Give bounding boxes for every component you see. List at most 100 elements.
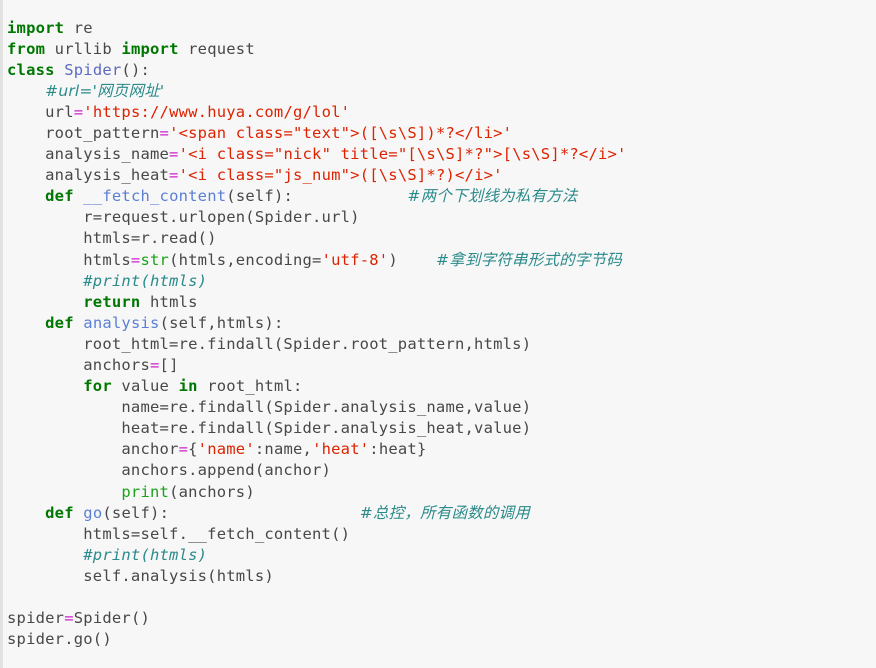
token-pl: request (178, 39, 255, 58)
code-line: htmls=self.__fetch_content() (7, 524, 876, 545)
token-pl: (self): (226, 187, 294, 206)
token-kw: import (121, 39, 179, 58)
code-line: import re (7, 18, 876, 39)
code-line: for value in root_html: (7, 376, 876, 397)
token-pl: (): (121, 60, 151, 79)
token-kw: import (7, 18, 65, 37)
code-line: print(anchors) (7, 482, 876, 503)
code-line: spider=Spider() (7, 608, 876, 629)
token-pl: (htmls,encoding= (169, 250, 322, 269)
token-fn: __fetch_content (83, 187, 227, 206)
token-kw: def (45, 313, 74, 332)
token-str: 'heat' (312, 440, 370, 459)
token-pl: url (7, 102, 74, 121)
token-pl: (self,htmls): (159, 313, 284, 332)
code-line: analysis_heat='<i class="js_num">([\s\S]… (7, 165, 876, 186)
code-line: r=request.urlopen(Spider.url) (7, 207, 876, 228)
code-line: root_pattern='<span class="text">([\s\S]… (7, 123, 876, 144)
token-str: '<i class="nick" title="[\s\S]*?">[\s\S]… (178, 145, 627, 164)
token-pl: anchors (7, 356, 150, 374)
token-pl: r=request.urlopen(Spider.url) (7, 208, 360, 227)
token-pl: anchors.append(anchor) (7, 461, 332, 480)
token-pl: { (188, 440, 198, 459)
token-pl: name=re.findall(Spider.analysis_name,val… (7, 398, 532, 417)
code-line: root_html=re.findall(Spider.root_pattern… (7, 334, 876, 355)
token-bi: str (140, 250, 170, 269)
code-line: url='https://www.huya.com/g/lol' (7, 102, 876, 123)
code-line: heat=re.findall(Spider.analysis_heat,val… (7, 418, 876, 439)
token-str: 'name' (197, 440, 255, 459)
token-pl: urllib (45, 39, 122, 58)
code-line: analysis_name='<i class="nick" title="[\… (7, 144, 876, 165)
token-pl: root_html: (197, 377, 303, 396)
token-pl: (self): (102, 503, 170, 522)
token-str: '<span class="text">([\s\S])*?</li>' (169, 123, 513, 142)
token-kw: from (7, 39, 46, 58)
left-margin-rule (0, 0, 3, 668)
code-line: name=re.findall(Spider.analysis_name,val… (7, 397, 876, 418)
token-cmt-cn: #两个下划线为私有方法 (407, 187, 578, 206)
token-pl: ) (388, 250, 436, 269)
token-str: 'utf-8' (321, 250, 389, 269)
token-op: = (169, 145, 179, 164)
code-line: return htmls (7, 292, 876, 313)
code-line: anchors.append(anchor) (7, 460, 876, 481)
token-kw: class (7, 60, 55, 79)
token-cmt: #print(htmls) (83, 545, 208, 564)
token-kw: in (178, 377, 198, 396)
token-pl: (anchors) (169, 482, 255, 501)
token-pl: htmls (140, 292, 198, 311)
code-line: #url='网页网址' (7, 81, 876, 102)
token-kw: return (83, 292, 141, 311)
code-line: #print(htmls) (7, 545, 876, 566)
token-pl: heat=re.findall(Spider.analysis_heat,val… (7, 419, 532, 438)
token-pl: value (111, 377, 179, 396)
code-line: def analysis(self,htmls): (7, 313, 876, 334)
token-fn: analysis (83, 313, 160, 332)
code-line: class Spider(): (7, 60, 876, 81)
code-line: anchor={'name':name,'heat':heat} (7, 439, 876, 460)
code-line: htmls=str(htmls,encoding='utf-8') #拿到字符串… (7, 250, 876, 271)
token-op: = (149, 356, 160, 374)
token-fn: go (83, 503, 103, 522)
python-source-code[interactable]: import re from urllib import request class… (7, 18, 876, 651)
token-pl: [] (159, 356, 179, 374)
token-pl: htmls=self.__fetch_content() (7, 524, 351, 543)
token-kw: for (83, 377, 112, 396)
token-pl: :name, (254, 440, 313, 459)
token-kw: def (45, 503, 74, 522)
token-op: = (159, 123, 170, 142)
token-pl: spider (7, 609, 65, 628)
code-line: def go(self): #总控，所有函数的调用 (7, 503, 876, 524)
token-cmt-cn: #url='网页网址' (45, 81, 165, 100)
token-kw: def (45, 187, 74, 206)
code-line: from urllib import request (7, 39, 876, 60)
token-pl: analysis_heat (7, 166, 170, 185)
token-cmt-cn: #拿到字符串形式的字节码 (436, 250, 622, 269)
token-pl: htmls (7, 250, 131, 269)
code-line: def __fetch_content(self): #两个下划线为私有方法 (7, 186, 876, 207)
token-pl: re (64, 18, 93, 37)
token-bi: print (121, 482, 170, 501)
code-line: self.analysis(htmls) (7, 566, 876, 587)
token-cls: Spider (64, 60, 122, 79)
token-op: = (178, 440, 189, 459)
token-pl: root_html=re.findall(Spider.root_pattern… (7, 334, 532, 353)
token-pl: root_pattern (7, 123, 160, 142)
token-op: = (64, 609, 74, 628)
